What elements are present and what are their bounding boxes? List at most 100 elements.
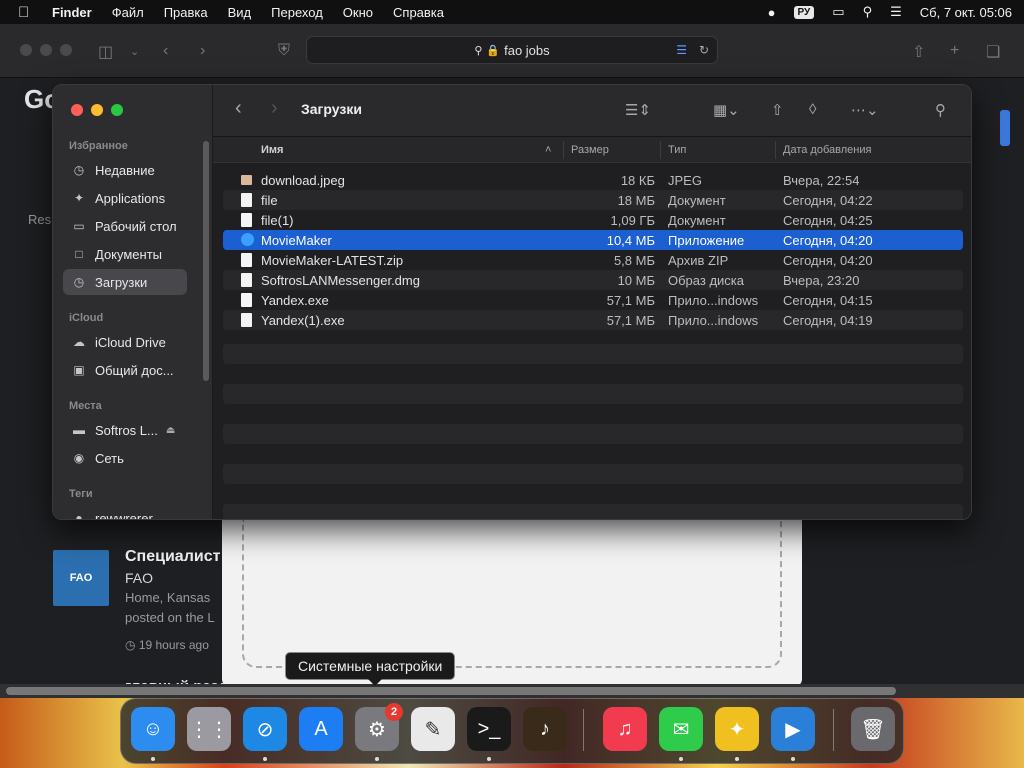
cloud-icon: ☁	[73, 335, 85, 349]
document-file-icon	[241, 213, 252, 227]
launchpad-icon[interactable]: ⋮⋮	[187, 707, 231, 751]
column-header: Имя ˄ Размер Тип Дата добавления	[213, 137, 971, 163]
zoom-button[interactable]	[111, 104, 123, 116]
side-button[interactable]	[1000, 110, 1010, 146]
running-indicator	[487, 757, 491, 761]
menu-app-finder[interactable]: Finder	[52, 5, 92, 20]
forward-arrow-icon[interactable]: ›	[200, 42, 205, 60]
sidebar-item-icloud-drive[interactable]: ☁ iCloud Drive	[63, 329, 187, 355]
system-settings-icon[interactable]: ⚙ 2	[355, 703, 403, 751]
forward-button-icon[interactable]: ›	[271, 97, 278, 120]
back-arrow-icon[interactable]: ‹	[163, 42, 168, 60]
column-size[interactable]: Размер	[571, 144, 609, 156]
running-indicator	[679, 757, 683, 761]
group-view-icon[interactable]: ▦⌄	[713, 101, 740, 119]
messages-icon[interactable]: ✉	[659, 707, 703, 751]
sidebar-section-icloud: iCloud	[69, 312, 104, 324]
fao-logo: FAO	[53, 550, 109, 606]
app-store-icon[interactable]: A	[299, 707, 343, 751]
menu-clock[interactable]: Сб, 7 окт. 05:06	[920, 5, 1012, 20]
file-row[interactable]: Yandex(1).exe 57,1 МБ Прило...indows Сегодн…	[223, 310, 963, 330]
list-view-icon[interactable]: ☰⇕	[625, 101, 651, 119]
sort-ascending-icon[interactable]: ˄	[545, 144, 551, 156]
empty-row	[223, 344, 963, 364]
privacy-shield-icon[interactable]: ⛨	[278, 42, 290, 60]
new-tab-icon[interactable]: +	[950, 42, 959, 60]
document-file-icon	[241, 193, 252, 207]
share-icon[interactable]: ⇧	[771, 101, 784, 119]
file-row[interactable]: file(1) 1,09 ГБ Документ Сегодня, 04:25	[223, 210, 963, 230]
eject-icon[interactable]: ⏏	[166, 425, 175, 436]
running-indicator	[735, 757, 739, 761]
safari-icon[interactable]: ⊘	[243, 707, 287, 751]
file-row[interactable]: Yandex.exe 57,1 МБ Прило...indows Сегодня, …	[223, 290, 963, 310]
sidebar-item-shared[interactable]: ▣ Общий дос...	[63, 357, 187, 383]
chevron-down-icon[interactable]: ⌄	[130, 45, 139, 58]
sidebar-scrollbar[interactable]	[203, 141, 209, 381]
menu-window[interactable]: Окно	[343, 5, 373, 20]
tag-icon[interactable]: ◊	[809, 101, 816, 118]
desktop-icon: ▭	[73, 219, 85, 233]
menu-view[interactable]: Вид	[228, 5, 252, 20]
job-location: Home, Kansas	[125, 590, 211, 605]
running-indicator	[791, 757, 795, 761]
job-title[interactable]: Специалист п	[125, 548, 235, 566]
sidebar-item-network[interactable]: ◉ Сеть	[63, 445, 187, 471]
column-date-added[interactable]: Дата добавления	[783, 144, 871, 156]
horizontal-scrollbar[interactable]	[0, 684, 1024, 698]
menu-file[interactable]: Файл	[112, 5, 144, 20]
screen-mirroring-icon[interactable]: ▭	[832, 4, 844, 20]
sidebar-item-softros-disk[interactable]: ▬ Softros L... ⏏	[63, 417, 187, 443]
downloads-icon: ◷	[73, 275, 85, 289]
speech-bubble-icon[interactable]: ●	[768, 5, 776, 20]
file-row[interactable]: MovieMaker-LATEST.zip 5,8 МБ Архив ZIP Сего…	[223, 250, 963, 270]
apple-menu-icon[interactable]: 	[18, 4, 38, 21]
garageband-icon[interactable]: ♪	[523, 707, 567, 751]
moviemaker-icon[interactable]: ▶	[771, 707, 815, 751]
tab-overview-icon[interactable]: ❏	[986, 42, 1000, 62]
file-row-selected[interactable]: MovieMaker 10,4 МБ Приложение Сегодня, 04:2…	[223, 230, 963, 250]
safari-traffic-lights[interactable]	[20, 44, 72, 56]
finder-content: ‹ › Загрузки ☰⇕ ▦⌄ ⇧ ◊ ⋯⌄ ⚲ Имя ˄ Размер…	[213, 85, 971, 519]
terminal-icon[interactable]: >_	[467, 707, 511, 751]
softros-messenger-icon[interactable]: ✦	[715, 707, 759, 751]
music-icon[interactable]: ♫	[603, 707, 647, 751]
applications-icon: ✦	[73, 191, 85, 205]
file-row[interactable]: SoftrosLANMessenger.dmg 10 МБ Образ диска В…	[223, 270, 963, 290]
sidebar-item-downloads[interactable]: ◷ Загрузки	[63, 269, 187, 295]
more-actions-icon[interactable]: ⋯⌄	[851, 101, 879, 119]
translate-icon[interactable]: ☰	[676, 43, 687, 57]
sidebar-item-documents[interactable]: □ Документы	[63, 241, 187, 267]
menu-go[interactable]: Переход	[271, 5, 323, 20]
share-icon[interactable]: ⇧	[912, 42, 925, 62]
textedit-icon[interactable]: ✎	[411, 707, 455, 751]
control-center-icon[interactable]: ☰	[890, 4, 902, 20]
sidebar-item-recents[interactable]: ◷ Недавние	[63, 157, 187, 183]
empty-row	[223, 364, 963, 384]
empty-row	[223, 464, 963, 484]
address-bar[interactable]: ⚲ 🔒 fao jobs ☰ ↻	[306, 36, 718, 64]
menu-edit[interactable]: Правка	[164, 5, 208, 20]
trash-icon[interactable]: 🗑	[851, 707, 895, 751]
column-kind[interactable]: Тип	[668, 144, 686, 156]
search-icon[interactable]: ⚲	[935, 101, 946, 119]
reload-icon[interactable]: ↻	[699, 43, 709, 57]
column-name[interactable]: Имя	[261, 144, 283, 156]
sidebar-item-desktop[interactable]: ▭ Рабочий стол	[63, 213, 187, 239]
job-listing[interactable]: FAO Специалист п FAO Home, Kansas posted…	[28, 530, 235, 660]
exe-file-icon	[241, 293, 252, 307]
file-row[interactable]: download.jpeg 18 КБ JPEG Вчера, 22:54	[223, 170, 963, 190]
close-button[interactable]	[71, 104, 83, 116]
notification-badge: 2	[385, 703, 403, 721]
minimize-button[interactable]	[91, 104, 103, 116]
menu-help[interactable]: Справка	[393, 5, 444, 20]
sidebar-toggle-icon[interactable]: ◫	[98, 42, 113, 62]
back-button-icon[interactable]: ‹	[235, 97, 242, 120]
sidebar-item-applications[interactable]: ✦ Applications	[63, 185, 187, 211]
finder-title: Загрузки	[301, 101, 362, 117]
finder-icon[interactable]: ☺	[131, 707, 175, 751]
file-row[interactable]: file 18 МБ Документ Сегодня, 04:22	[223, 190, 963, 210]
spotlight-search-icon[interactable]: ⚲	[863, 4, 873, 20]
sidebar-item-tag[interactable]: ● rewwrerer	[63, 505, 187, 520]
input-source-badge[interactable]: РУ	[793, 5, 815, 19]
